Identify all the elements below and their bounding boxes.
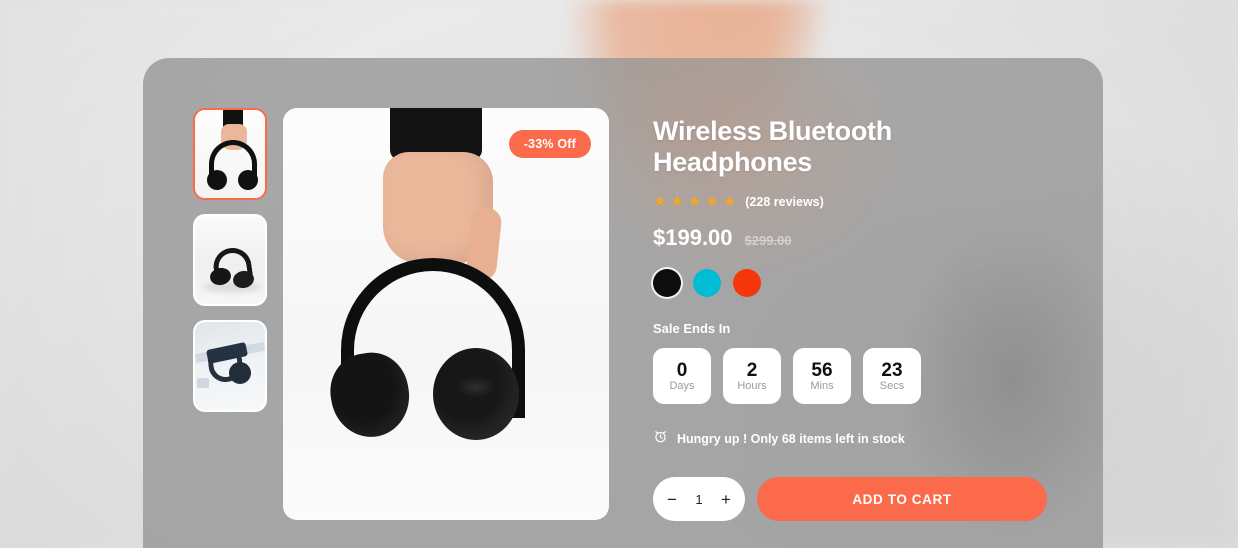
main-product-image[interactable]: -33% Off	[283, 108, 609, 520]
countdown-hours-label: Hours	[737, 379, 767, 392]
quantity-decrement-button[interactable]: −	[667, 491, 677, 508]
countdown-mins-label: Mins	[810, 379, 834, 392]
star-rating: ★ ★ ★ ★ ★	[653, 194, 736, 209]
reviews-count[interactable]: (228 reviews)	[745, 195, 824, 209]
discount-badge: -33% Off	[508, 130, 591, 158]
star-icon: ★	[722, 193, 737, 210]
thumbnail-1-image	[195, 110, 265, 198]
right-earcup-shape	[433, 348, 519, 440]
rating-row: ★ ★ ★ ★ ★ (228 reviews)	[653, 194, 1053, 209]
thumbnail-2-image	[195, 216, 265, 304]
countdown-hours-value: 2	[746, 359, 758, 381]
countdown-secs: 23 Secs	[863, 348, 921, 404]
quantity-increment-button[interactable]: +	[721, 491, 731, 508]
stock-row: Hungry up ! Only 68 items left in stock	[653, 429, 1053, 449]
thumbnail-3-image	[195, 322, 265, 410]
thumbnail-2[interactable]	[193, 214, 267, 306]
countdown-days: 0 Days	[653, 348, 711, 404]
countdown-mins-value: 56	[811, 359, 833, 381]
countdown-mins: 56 Mins	[793, 348, 851, 404]
alarm-clock-icon	[653, 429, 668, 449]
thumbnail-1[interactable]	[193, 108, 267, 200]
thumbnail-list	[193, 108, 267, 548]
color-swatch-black[interactable]	[653, 269, 681, 297]
quantity-value: 1	[695, 491, 703, 507]
quantity-stepper[interactable]: − 1 +	[653, 477, 745, 521]
cart-row: − 1 + ADD TO CART	[653, 477, 1053, 521]
add-to-cart-button[interactable]: ADD TO CART	[757, 477, 1047, 521]
stock-message: Hungry up ! Only 68 items left in stock	[677, 432, 905, 446]
color-swatch-cyan[interactable]	[693, 269, 721, 297]
countdown-secs-label: Secs	[879, 379, 905, 392]
color-swatch-red[interactable]	[733, 269, 761, 297]
price-row: $199.00 $299.00	[653, 225, 1053, 251]
original-price: $299.00	[744, 233, 792, 248]
sale-ends-label: Sale Ends In	[653, 321, 731, 336]
product-details: Wireless Bluetooth Headphones ★ ★ ★ ★ ★ …	[653, 108, 1053, 548]
countdown-timer: 0 Days 2 Hours 56 Mins 23 Secs	[653, 348, 1053, 404]
countdown-days-label: Days	[669, 379, 695, 392]
star-icon: ★	[670, 193, 684, 210]
product-title: Wireless Bluetooth Headphones	[653, 116, 892, 177]
countdown-days-value: 0	[676, 359, 688, 381]
product-page: -33% Off Wireless Bluetooth Headphones ★…	[0, 0, 1238, 548]
star-icon: ★	[687, 193, 702, 210]
countdown-hours: 2 Hours	[723, 348, 781, 404]
product-gallery: -33% Off	[193, 108, 609, 548]
star-icon: ★	[653, 193, 667, 210]
color-swatches	[653, 269, 1053, 297]
countdown-secs-value: 23	[881, 359, 903, 381]
product-card: -33% Off Wireless Bluetooth Headphones ★…	[143, 58, 1103, 548]
thumbnail-3[interactable]	[193, 320, 267, 412]
star-icon: ★	[705, 193, 719, 210]
current-price: $199.00	[653, 225, 733, 250]
